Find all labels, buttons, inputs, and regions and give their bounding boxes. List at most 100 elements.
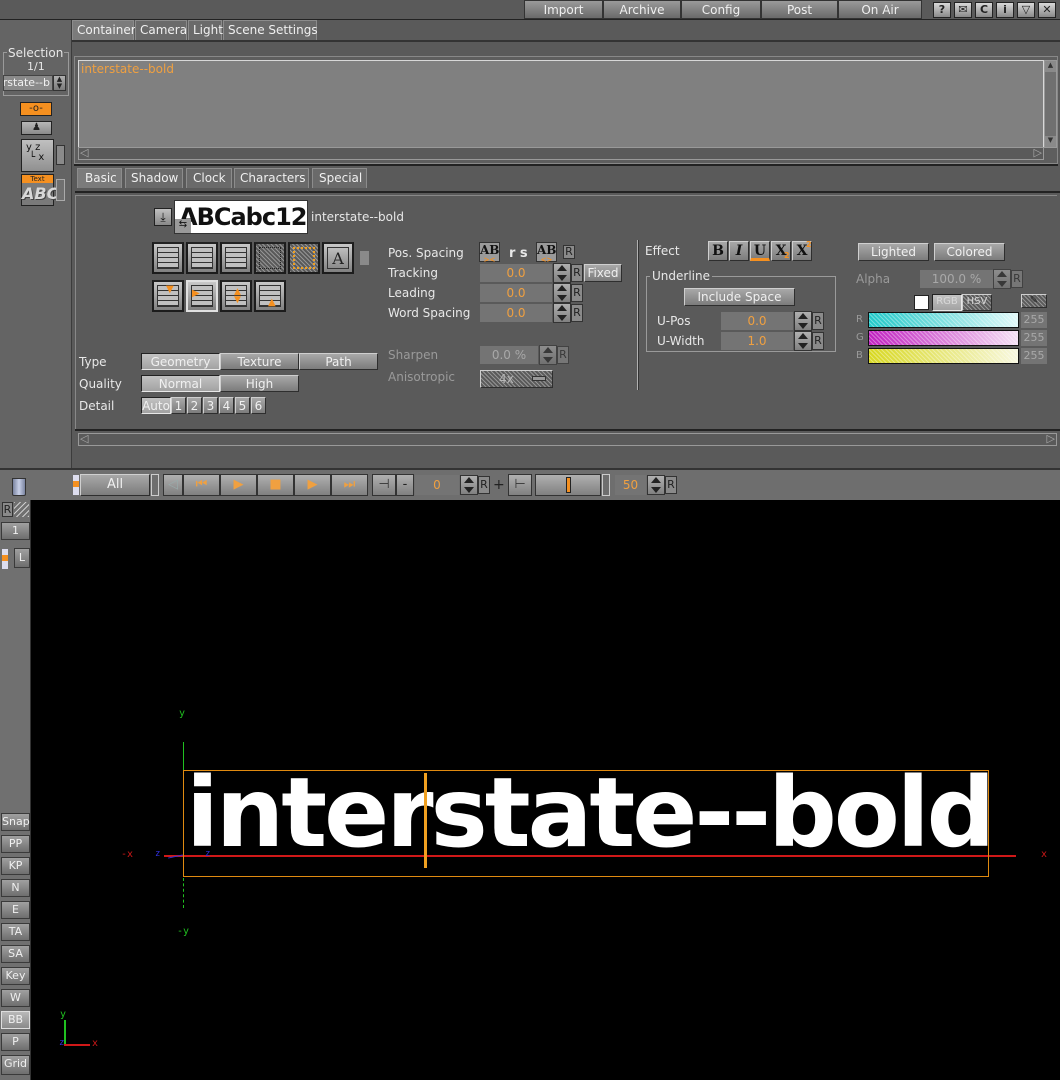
channel-r-value[interactable]: 255: [1021, 312, 1047, 328]
sharpen-spinner[interactable]: [539, 345, 557, 365]
keyframe-right-button[interactable]: ⊢: [508, 474, 532, 496]
channel-g-value[interactable]: 255: [1021, 330, 1047, 346]
quality-normal-button[interactable]: Normal: [141, 375, 220, 392]
colored-button[interactable]: Colored: [934, 243, 1005, 261]
transform-toggle-icon[interactable]: [56, 145, 65, 165]
type-geometry-button[interactable]: Geometry: [141, 353, 220, 370]
detail-5-button[interactable]: 5: [235, 397, 250, 414]
sharpen-reset-button[interactable]: R: [557, 346, 569, 364]
pp-button[interactable]: PP: [1, 835, 30, 853]
upos-input[interactable]: 0.0: [721, 312, 793, 330]
align-left-button[interactable]: [152, 242, 184, 274]
detail-auto-button[interactable]: Auto: [141, 397, 171, 414]
prev-key-button[interactable]: ◁: [163, 474, 183, 496]
container-handle-icon[interactable]: -o-: [20, 102, 52, 116]
align-more-toggle[interactable]: [360, 251, 369, 265]
jump-start-button[interactable]: ⏮: [183, 474, 220, 496]
font-style-button[interactable]: A: [322, 242, 354, 274]
channel-g-slider[interactable]: [868, 330, 1019, 346]
tab-special[interactable]: Special: [312, 168, 367, 188]
tab-clock[interactable]: Clock: [186, 168, 232, 188]
timeline-mode-indicator[interactable]: [73, 475, 79, 495]
uwidth-input[interactable]: 1.0: [721, 332, 793, 350]
font-swap-icon[interactable]: ⇆: [175, 219, 191, 233]
upos-reset-button[interactable]: R: [812, 312, 824, 330]
tab-basic[interactable]: Basic: [77, 168, 122, 188]
key-button[interactable]: Key: [1, 967, 30, 985]
timeline-scrubber-end[interactable]: [602, 474, 610, 496]
frame-reset-button[interactable]: R: [478, 476, 490, 494]
keyframe-left-button[interactable]: ⊣: [372, 474, 396, 496]
lighted-button[interactable]: Lighted: [858, 243, 929, 261]
layer-indicator[interactable]: [2, 549, 8, 569]
pos-spacing-reset-button[interactable]: R: [563, 245, 575, 259]
timeline-all-toggle[interactable]: [151, 474, 159, 496]
timeline-all-button[interactable]: All: [80, 474, 150, 496]
tab-camera[interactable]: Camera: [135, 20, 187, 40]
scroll-right-icon[interactable]: ▷: [1034, 146, 1042, 159]
detail-3-button[interactable]: 3: [203, 397, 218, 414]
hsv-mode-button[interactable]: HSV: [962, 294, 992, 311]
text-plugin-icon[interactable]: Text ABC: [21, 174, 58, 206]
font-preview[interactable]: ABCabc12 ⇆: [174, 200, 308, 234]
transform-axis-icon[interactable]: y z └ x: [21, 139, 54, 172]
play-button[interactable]: ▶: [220, 474, 257, 496]
snap-button[interactable]: Snap: [1, 813, 30, 831]
quality-high-button[interactable]: High: [220, 375, 299, 392]
italic-button[interactable]: I: [729, 241, 749, 261]
tab-container[interactable]: Container: [72, 20, 136, 40]
viewport-text[interactable]: interstate--bold: [186, 758, 995, 868]
pos-spacing-tighten-button[interactable]: AB ><: [479, 242, 500, 263]
minimize-icon[interactable]: ▽: [1017, 2, 1035, 18]
channel-b-value[interactable]: 255: [1021, 348, 1047, 364]
close-icon[interactable]: ✕: [1038, 2, 1056, 18]
fixed-button[interactable]: Fixed: [584, 264, 622, 282]
upos-spinner[interactable]: [794, 311, 812, 331]
text-editor-vscrollbar[interactable]: ▲ ▼: [1044, 60, 1057, 148]
eyedropper-icon[interactable]: ✎: [1021, 294, 1047, 308]
layer-l-button[interactable]: L: [14, 548, 30, 568]
tracking-spinner[interactable]: [553, 263, 571, 283]
align-justify-button[interactable]: [254, 242, 286, 274]
bold-button[interactable]: B: [708, 241, 728, 261]
stop-button[interactable]: ■: [257, 474, 294, 496]
info-icon[interactable]: i: [996, 2, 1014, 18]
type-texture-button[interactable]: Texture: [220, 353, 299, 370]
timeline-scrubber[interactable]: [535, 474, 601, 496]
valign-first-line-button[interactable]: ▶: [186, 280, 218, 312]
underline-button[interactable]: U: [750, 241, 770, 261]
on-air-button[interactable]: On Air: [838, 0, 922, 19]
mail-icon[interactable]: ✉: [954, 2, 972, 18]
scroll-left-icon[interactable]: ◁: [80, 146, 88, 159]
word-spacing-reset-button[interactable]: R: [571, 304, 583, 322]
scrubber-handle-icon[interactable]: [565, 477, 571, 493]
align-right-button[interactable]: [220, 242, 252, 274]
archive-button[interactable]: Archive: [603, 0, 681, 19]
detail-4-button[interactable]: 4: [219, 397, 234, 414]
channel-r-slider[interactable]: [868, 312, 1019, 328]
word-spacing-input[interactable]: 0.0: [480, 304, 552, 322]
end-frame-input[interactable]: 50: [615, 475, 646, 495]
editor-scroll-left-icon[interactable]: ◁: [80, 432, 88, 445]
frame-minus-button[interactable]: -: [396, 474, 414, 496]
step-forward-button[interactable]: ▶: [294, 474, 331, 496]
selection-dropdown[interactable]: erstate--b: [3, 75, 53, 91]
type-path-button[interactable]: Path: [299, 353, 378, 370]
align-box-button[interactable]: [288, 242, 320, 274]
ta-button[interactable]: TA: [1, 923, 30, 941]
tab-characters[interactable]: Characters: [234, 168, 309, 188]
tracking-reset-button[interactable]: R: [571, 264, 583, 282]
editor-hscrollbar[interactable]: ◁ ▷: [78, 432, 1057, 446]
leading-input[interactable]: 0.0: [480, 284, 552, 302]
kp-button[interactable]: KP: [1, 857, 30, 875]
uwidth-reset-button[interactable]: R: [812, 332, 824, 350]
include-space-button[interactable]: Include Space: [684, 288, 795, 306]
help-icon[interactable]: ?: [933, 2, 951, 18]
channel-b-slider[interactable]: [868, 348, 1019, 364]
uwidth-spinner[interactable]: [794, 331, 812, 351]
leading-spinner[interactable]: [553, 283, 571, 303]
rgb-mode-button[interactable]: RGB: [932, 294, 962, 311]
alpha-spinner[interactable]: [993, 269, 1011, 289]
text-editor[interactable]: interstate--bold: [78, 60, 1044, 148]
bb-button[interactable]: BB: [1, 1011, 30, 1029]
